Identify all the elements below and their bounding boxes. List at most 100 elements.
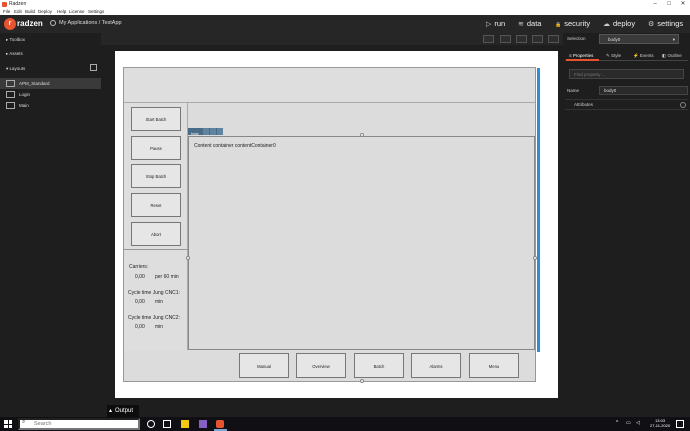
add-attribute-icon[interactable] (680, 102, 686, 108)
taskbar-clock[interactable]: 13:03 27-11-2020 (650, 418, 670, 428)
layout-header-area[interactable] (124, 68, 535, 103)
settings-button[interactable]: ⚙ settings (648, 19, 683, 28)
laptop-view-icon[interactable] (532, 35, 543, 43)
tab-outline[interactable]: ◧ Outline (662, 53, 682, 59)
panel-divider (124, 249, 188, 250)
assets-label: Assets (9, 51, 23, 56)
attributes-label: Attributes (574, 102, 594, 107)
batch-button[interactable]: Batch (354, 353, 404, 378)
overview-button[interactable]: Overview (296, 353, 346, 378)
radzen-taskbar-icon[interactable] (216, 420, 224, 428)
breadcrumb[interactable]: My Applications / TestApp (59, 20, 122, 26)
cnc2-label: Cycle time Jung CNC2: (128, 315, 180, 321)
layout-item-main[interactable]: Main (0, 100, 101, 111)
run-button[interactable]: ▷ run (486, 19, 505, 28)
abort-button[interactable]: Abort (131, 222, 181, 246)
tab-style-label: Style (611, 53, 622, 58)
resize-handle-left[interactable] (186, 256, 190, 260)
layout-item-label: Main (19, 103, 29, 108)
name-field[interactable]: body0 (599, 86, 688, 95)
task-view-icon[interactable] (163, 420, 171, 428)
cnc1-label: Cycle time Jung CNC1: (128, 290, 180, 296)
radzen-logo-icon[interactable]: r (4, 18, 16, 30)
layout-icon (6, 102, 15, 109)
cloud-icon: ☁ (603, 21, 610, 28)
name-label: Name (567, 88, 580, 93)
gear-icon: ⚙ (648, 21, 655, 28)
tab-events[interactable]: ⚡ Events (633, 53, 654, 59)
visual-studio-icon[interactable] (199, 420, 207, 428)
resize-handle-top[interactable] (360, 133, 364, 137)
assets-section[interactable]: ▸ Assets (0, 49, 101, 59)
manual-button[interactable]: Manual (239, 353, 289, 378)
network-icon[interactable]: ▭ (626, 420, 631, 426)
copy-icon[interactable] (216, 128, 223, 135)
body-selection-tag[interactable]: body (188, 128, 223, 136)
tab-outline-label: Outline (667, 53, 682, 58)
file-explorer-icon[interactable] (181, 420, 189, 428)
maximize-button[interactable]: □ (662, 0, 676, 9)
clock-date: 27-11-2020 (650, 423, 671, 428)
content-container[interactable] (188, 136, 535, 350)
data-button[interactable]: ≋ data (518, 19, 541, 28)
tab-events-label: Events (639, 53, 654, 58)
output-tab[interactable]: ▴ Output (107, 405, 139, 417)
layouts-section[interactable]: ▾ Layouts (0, 64, 101, 74)
reset-button[interactable]: Reset (131, 193, 181, 217)
close-button[interactable]: ✕ (676, 0, 690, 9)
carriers-value: 0,00 (135, 274, 145, 280)
find-property-input[interactable] (569, 69, 684, 79)
resize-handle-bottom[interactable] (360, 379, 364, 383)
content-container-label: Content container contentContainer0 (194, 143, 276, 149)
task-view-icon[interactable] (147, 420, 155, 428)
layout-item-apm-standard[interactable]: APM_Standard (0, 78, 101, 89)
chevron-up-icon[interactable]: ^ (616, 420, 618, 426)
chevron-down-icon: ▾ (672, 37, 675, 42)
selection-dropdown[interactable]: body0 ▾ (599, 34, 679, 44)
selection-scrollbar[interactable] (537, 68, 540, 352)
minimize-button[interactable]: – (648, 0, 662, 9)
resize-handle-right[interactable] (533, 256, 537, 260)
deploy-button[interactable]: ☁ deploy (603, 19, 635, 28)
body-tag-label: body (191, 132, 199, 136)
layouts-label: Layouts (9, 66, 26, 71)
run-label: run (494, 19, 506, 28)
cnc2-unit: min (155, 324, 164, 330)
logo-text: radzen (17, 19, 43, 28)
security-button[interactable]: 🔒 security (555, 19, 590, 28)
layout-item-login[interactable]: Login (0, 89, 101, 100)
add-layout-icon[interactable] (90, 64, 97, 71)
preview-icon[interactable] (500, 35, 511, 43)
alarms-button[interactable]: Alarms (411, 353, 461, 378)
security-label: security (564, 19, 591, 28)
volume-icon[interactable]: ◁ (636, 420, 640, 426)
deploy-label: deploy (613, 19, 636, 28)
toolbox-section[interactable]: ▸ Toolbox (0, 35, 101, 45)
pause-button[interactable]: Pause (131, 136, 181, 160)
chevron-down-icon[interactable] (202, 128, 209, 135)
windows-start-icon[interactable] (4, 420, 12, 428)
tab-properties-label: Properties (572, 53, 594, 58)
tab-style[interactable]: ✎ Style (606, 53, 621, 59)
stop-batch-button[interactable]: Stop Batch (131, 164, 181, 188)
selection-label: Selection (567, 36, 586, 41)
play-icon: ▷ (486, 21, 492, 28)
start-batch-button[interactable]: Start Batch (131, 107, 181, 131)
layout-icon (6, 80, 15, 87)
desktop-view-icon[interactable] (548, 35, 559, 43)
app-header: r radzen My Applications / TestApp ▷ run … (0, 15, 690, 33)
window-title: Radzen (9, 1, 27, 7)
design-toolbar (101, 33, 563, 45)
attributes-section[interactable]: Attributes (565, 99, 688, 110)
tab-properties[interactable]: ≡ Properties (569, 53, 593, 58)
taskbar-search-input[interactable] (18, 418, 140, 430)
tablet-view-icon[interactable] (516, 35, 527, 43)
notifications-icon[interactable] (676, 420, 684, 428)
trash-icon[interactable] (209, 128, 216, 135)
title-bar: Radzen – □ ✕ (0, 0, 690, 9)
mobile-view-icon[interactable] (483, 35, 494, 43)
radzen-app-icon (2, 2, 7, 7)
menu-button[interactable]: Menu (469, 353, 519, 378)
data-label: data (526, 19, 542, 28)
globe-icon (50, 20, 56, 26)
